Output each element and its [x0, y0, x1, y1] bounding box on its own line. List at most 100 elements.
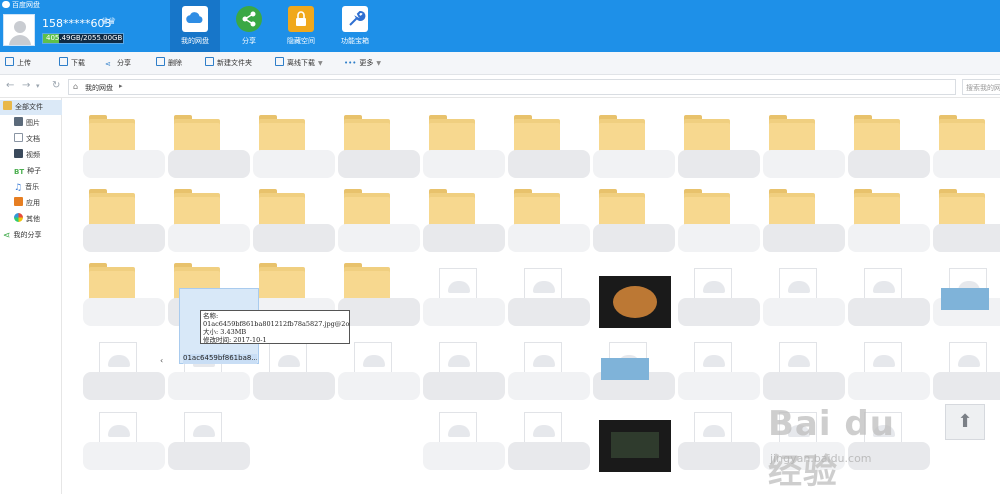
blurred-file-name — [508, 298, 590, 326]
breadcrumb-my-disk[interactable]: 我的网盘 — [85, 83, 113, 93]
file-item[interactable] — [168, 398, 250, 470]
sidebar-item-other[interactable]: 其他 — [0, 212, 62, 227]
file-item[interactable] — [508, 254, 590, 326]
scroll-to-top-button[interactable]: ⬆ — [945, 404, 985, 440]
upload-button[interactable]: 上传 — [5, 57, 31, 70]
folder-item[interactable] — [678, 180, 760, 252]
delete-button[interactable]: 删除 — [156, 57, 182, 70]
folder-item[interactable] — [678, 106, 760, 178]
search-input[interactable]: 搜索我的网盘文件 — [962, 79, 1000, 95]
file-item[interactable] — [848, 328, 930, 400]
blurred-file-name — [83, 372, 165, 400]
app-title: 百度网盘 — [2, 0, 40, 10]
blurred-file-name — [848, 224, 930, 252]
music-icon: ♫ — [14, 183, 23, 193]
sidebar-item-all-files[interactable]: 全部文件 — [0, 100, 62, 115]
file-item[interactable] — [423, 328, 505, 400]
sidebar-item-apps[interactable]: 应用 — [0, 196, 62, 211]
blurred-file-name — [593, 150, 675, 178]
more-dots-icon: ••• — [344, 59, 357, 67]
blurred-file-name — [678, 150, 760, 178]
file-item[interactable] — [593, 398, 675, 472]
blurred-file-name — [848, 442, 930, 470]
folder-item[interactable] — [338, 106, 420, 178]
file-item[interactable] — [848, 254, 930, 326]
blurred-file-name — [508, 372, 590, 400]
share-icon: ⋖ — [3, 231, 11, 241]
folder-item[interactable] — [593, 106, 675, 178]
chevron-right-icon[interactable]: ▸ — [119, 82, 123, 90]
folder-item[interactable] — [168, 180, 250, 252]
blurred-file-name — [763, 442, 845, 470]
blurred-file-name — [593, 224, 675, 252]
new-folder-button[interactable]: 新建文件夹 — [205, 57, 252, 70]
folder-item[interactable] — [83, 254, 165, 326]
folder-item[interactable] — [168, 106, 250, 178]
file-item[interactable] — [83, 398, 165, 470]
tab-my-disk[interactable]: 我的网盘 — [170, 0, 220, 52]
file-item[interactable] — [678, 254, 760, 326]
tab-hidden-space[interactable]: 隐藏空间 — [276, 0, 326, 52]
share-button[interactable]: ⋖ 分享 — [105, 57, 131, 70]
file-item[interactable] — [678, 328, 760, 400]
sidebar-item-music[interactable]: ♫ 音乐 — [0, 180, 62, 195]
home-icon[interactable]: ⌂ — [73, 82, 78, 91]
tab-toolbox[interactable]: 功能宝箱 — [330, 0, 380, 52]
folder-item[interactable] — [508, 106, 590, 178]
avatar[interactable] — [3, 14, 35, 46]
file-item[interactable] — [423, 398, 505, 470]
offline-download-button[interactable]: 离线下载 ▼ — [275, 57, 323, 70]
download-button[interactable]: 下载 — [59, 57, 85, 70]
folder-item[interactable] — [423, 106, 505, 178]
video-icon — [14, 149, 23, 158]
breadcrumb[interactable]: ⌂ 我的网盘 ▸ — [68, 79, 956, 95]
folder-item[interactable] — [338, 180, 420, 252]
file-item[interactable] — [933, 328, 1000, 400]
folder-item[interactable] — [83, 180, 165, 252]
folder-item[interactable] — [83, 106, 165, 178]
sidebar-item-my-shares[interactable]: ⋖ 我的分享 — [0, 228, 62, 243]
share-icon: ⋖ — [105, 60, 111, 68]
folder-item[interactable] — [848, 180, 930, 252]
image-thumbnail[interactable] — [601, 358, 649, 380]
sidebar-item-videos[interactable]: 视频 — [0, 148, 62, 163]
refresh-icon[interactable]: ↻ — [52, 80, 60, 91]
file-item[interactable] — [763, 328, 845, 400]
folder-item[interactable] — [848, 106, 930, 178]
selected-file-name[interactable]: 01ac6459bf861ba8... — [183, 354, 257, 364]
image-thumbnail[interactable] — [941, 288, 989, 310]
folder-item[interactable] — [593, 180, 675, 252]
forward-arrow-icon[interactable]: → — [22, 80, 30, 91]
file-item[interactable] — [338, 328, 420, 400]
folder-item[interactable] — [423, 180, 505, 252]
blurred-file-name — [423, 372, 505, 400]
folder-item[interactable] — [933, 106, 1000, 178]
folder-item[interactable] — [763, 180, 845, 252]
file-item[interactable] — [848, 398, 930, 470]
file-item[interactable] — [423, 254, 505, 326]
sidebar-item-torrents[interactable]: BT 种子 — [0, 164, 62, 179]
sidebar-item-documents[interactable]: 文档 — [0, 132, 62, 147]
blurred-file-name — [83, 298, 165, 326]
folder-item[interactable] — [508, 180, 590, 252]
folder-item[interactable] — [253, 180, 335, 252]
file-item[interactable] — [678, 398, 760, 470]
sidebar-item-images[interactable]: 图片 — [0, 116, 62, 131]
file-item[interactable] — [593, 254, 675, 328]
blurred-file-name — [168, 442, 250, 470]
folder-item[interactable] — [338, 254, 420, 326]
file-item[interactable] — [83, 328, 165, 400]
folder-item[interactable] — [933, 180, 1000, 252]
tab-share[interactable]: 分享 — [224, 0, 274, 52]
back-arrow-icon[interactable]: ← — [6, 80, 14, 91]
history-dropdown-icon[interactable]: ▾ — [36, 82, 40, 90]
file-item[interactable] — [763, 398, 845, 470]
file-item[interactable] — [508, 328, 590, 400]
folder-item[interactable] — [253, 106, 335, 178]
vip-crown-icon[interactable]: ♛♛ — [101, 17, 123, 29]
file-item[interactable] — [508, 398, 590, 470]
folder-item[interactable] — [763, 106, 845, 178]
more-button[interactable]: ••• 更多 ▼ — [344, 57, 381, 70]
app-icon — [14, 197, 23, 206]
file-item[interactable] — [763, 254, 845, 326]
